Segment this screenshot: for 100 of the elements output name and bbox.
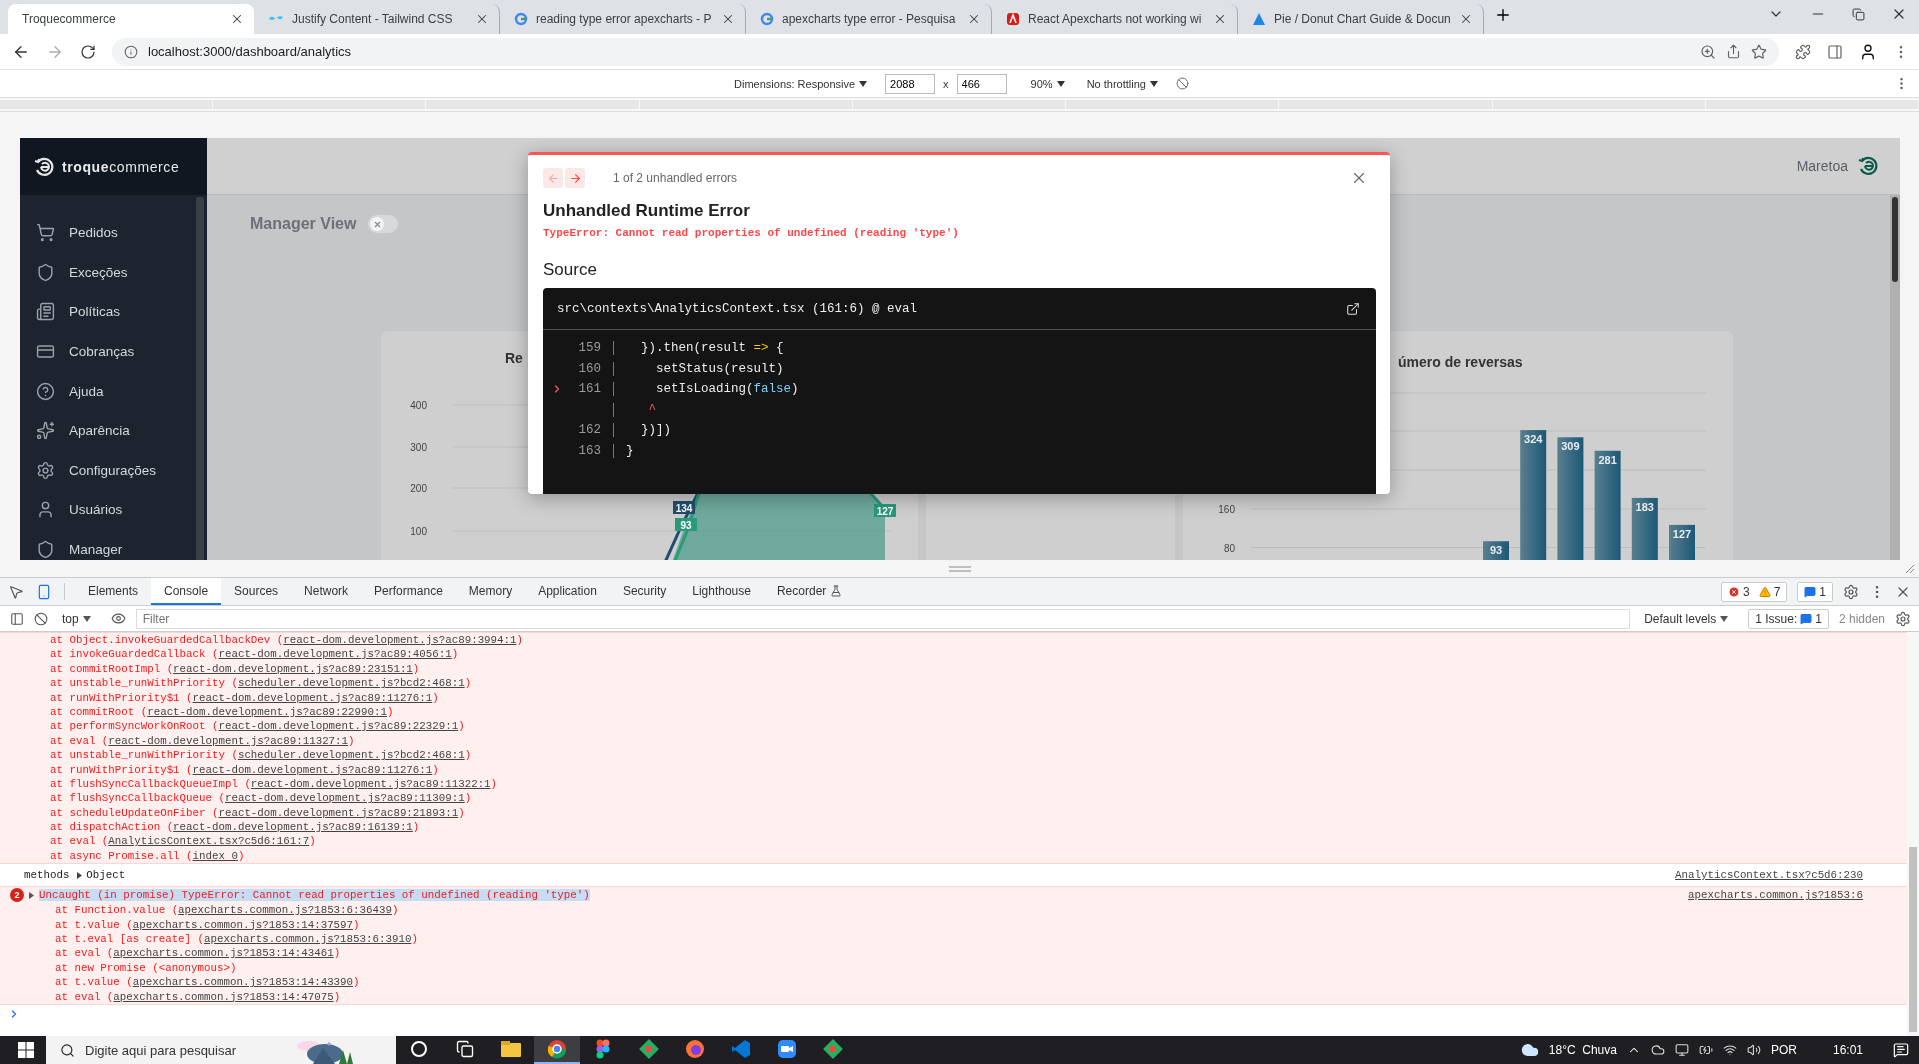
close-icon[interactable] xyxy=(230,12,244,26)
nav-item[interactable]: Políticas xyxy=(20,292,196,332)
source-link[interactable]: react-dom.development.js?ac89:11276:1 xyxy=(192,763,433,776)
source-link[interactable]: react-dom.development.js?ac89:11322:1 xyxy=(250,777,491,790)
scrollbar[interactable] xyxy=(1890,195,1900,560)
next-button[interactable] xyxy=(565,168,585,188)
battery-icon[interactable] xyxy=(1698,1043,1713,1057)
scrollbar[interactable] xyxy=(196,197,204,560)
devtools-tab[interactable]: Elements xyxy=(75,578,152,605)
address-bar[interactable]: localhost:3000/dashboard/analytics xyxy=(112,37,1779,66)
toggle-switch[interactable] xyxy=(368,215,399,233)
source-link[interactable]: AnalyticsContext.tsx?c5d6:161:7 xyxy=(108,835,310,848)
devtools-tab[interactable]: Memory xyxy=(455,578,526,605)
clock[interactable]: 16:01 xyxy=(1832,1043,1863,1057)
app-icon[interactable] xyxy=(596,1039,610,1059)
search-input[interactable]: Digite aqui para pesquisar xyxy=(85,1042,275,1058)
error-warning-counter[interactable]: 3 7 xyxy=(1720,581,1788,602)
search-field[interactable]: Digite aqui para pesquisar xyxy=(46,1036,396,1064)
circle-icon[interactable] xyxy=(410,1040,428,1058)
source-link[interactable]: react-dom.development.js?ac89:22990:1 xyxy=(147,705,387,718)
browser-tab[interactable]: reading type error apexcharts - P xyxy=(500,4,746,34)
clear-console-icon[interactable] xyxy=(34,611,48,626)
eye-icon[interactable] xyxy=(110,611,126,626)
code-editor-icon[interactable] xyxy=(731,1039,751,1059)
cloud-icon[interactable] xyxy=(1650,1043,1665,1057)
nav-item[interactable]: Cobranças xyxy=(20,331,196,372)
wifi-icon[interactable] xyxy=(1722,1043,1737,1057)
nav-item[interactable]: Aparência xyxy=(20,410,196,451)
star-icon[interactable] xyxy=(1751,43,1767,60)
source-link[interactable]: react-dom.development.js?ac89:16139:1 xyxy=(173,821,413,834)
source-link[interactable]: apexcharts.common.js?1853:6 xyxy=(1688,889,1863,902)
settings-icon[interactable] xyxy=(1895,610,1911,627)
filter-field[interactable]: Filter xyxy=(135,608,1631,629)
source-link[interactable]: scheduler.development.js?bcd2:468:1 xyxy=(237,749,465,762)
nav-item[interactable]: Pedidos xyxy=(20,213,196,253)
close-icon[interactable] xyxy=(1213,12,1227,26)
new-tab-icon[interactable] xyxy=(1494,6,1512,24)
language-indicator[interactable]: POR xyxy=(1770,1043,1797,1057)
close-icon[interactable] xyxy=(967,12,981,26)
resize-handle[interactable] xyxy=(948,565,971,572)
issues-button[interactable]: 1 Issue: 1 xyxy=(1748,608,1829,629)
browser-tab[interactable]: Pie / Donut Chart Guide & Docun xyxy=(1238,4,1484,34)
browser-tab[interactable]: React Apexcharts not working wi xyxy=(992,4,1238,34)
levels-dropdown[interactable]: Default levels xyxy=(1640,609,1733,628)
source-link[interactable]: apexcharts.common.js?1853:14:43390 xyxy=(132,976,354,989)
source-link[interactable]: react-dom.development.js?ac89:21893:1 xyxy=(218,806,459,819)
browser-tab[interactable]: Justify Content - Tailwind CSS xyxy=(254,4,500,34)
source-link[interactable]: apexcharts.common.js?1853:6:36439 xyxy=(178,904,392,917)
devtools-tab[interactable]: Sources xyxy=(221,578,292,605)
close-icon[interactable] xyxy=(475,12,489,26)
expand-icon[interactable] xyxy=(75,870,85,880)
side-panel-icon[interactable] xyxy=(1827,43,1843,60)
restore-icon[interactable] xyxy=(1852,7,1865,21)
devtools-tab[interactable]: Network xyxy=(291,578,362,605)
source-link[interactable]: AnalyticsContext.tsx?c5d6:230 xyxy=(1675,869,1863,882)
source-link[interactable]: apexcharts.common.js?1853:6:3910 xyxy=(204,933,412,946)
device-toolbar-icon[interactable] xyxy=(36,583,52,600)
resize-corner-icon[interactable] xyxy=(1905,564,1915,574)
external-link-icon[interactable] xyxy=(1346,301,1360,316)
source-link[interactable]: apexcharts.common.js?1853:14:37597 xyxy=(132,918,354,931)
devtools-tab[interactable]: Lighthouse xyxy=(679,578,764,605)
source-link[interactable]: react-dom.development.js?ac89:4056:1 xyxy=(218,648,452,661)
devtools-tab[interactable]: Security xyxy=(609,578,680,605)
expand-icon[interactable] xyxy=(27,890,36,900)
settings-icon[interactable] xyxy=(1843,583,1859,600)
source-link[interactable]: react-dom.development.js?ac89:22329:1 xyxy=(218,720,459,733)
nav-item[interactable]: Manager xyxy=(20,529,196,560)
nav-item[interactable]: Configurações xyxy=(20,450,196,491)
app-icon[interactable] xyxy=(685,1039,705,1059)
speaker-icon[interactable] xyxy=(1746,1043,1761,1057)
message-counter[interactable]: 1 xyxy=(1797,581,1833,602)
scrollbar[interactable] xyxy=(1907,632,1919,1036)
throttling-dropdown[interactable]: No throttling xyxy=(1082,75,1162,92)
notifications-icon[interactable] xyxy=(1893,1042,1909,1058)
close-icon[interactable] xyxy=(1459,12,1473,26)
inspect-icon[interactable] xyxy=(8,583,24,600)
browser-tab[interactable]: Troquecommerce xyxy=(8,4,254,34)
devtools-tab[interactable]: Application xyxy=(525,578,610,605)
devtools-tab[interactable]: Performance xyxy=(361,578,456,605)
nav-item[interactable]: Exceções xyxy=(20,252,196,293)
zoom-dropdown[interactable]: 90% xyxy=(1026,75,1069,92)
height-field[interactable]: 466 xyxy=(956,73,1007,94)
sidebar-icon[interactable] xyxy=(10,611,24,626)
source-link[interactable]: apexcharts.common.js?1853:14:47075 xyxy=(113,990,334,1003)
source-link[interactable]: apexcharts.common.js?1853:14:43461 xyxy=(113,947,334,960)
profile-icon[interactable] xyxy=(1859,42,1877,61)
context-dropdown[interactable]: top xyxy=(58,609,95,628)
source-link[interactable]: react-dom.development.js?ac89:11309:1 xyxy=(224,792,465,805)
source-link[interactable]: react-dom.development.js?ac89:23151:1 xyxy=(173,662,413,675)
devtools-tab[interactable]: Recorder xyxy=(763,578,856,605)
browser-icon[interactable] xyxy=(547,1039,567,1059)
dimensions-dropdown[interactable]: Dimensions: Responsive xyxy=(730,75,872,92)
zoom-icon[interactable] xyxy=(1700,43,1716,60)
folder-icon[interactable] xyxy=(500,1040,522,1058)
nav-item[interactable]: Ajuda xyxy=(20,371,196,411)
video-call-icon[interactable] xyxy=(777,1039,797,1059)
monitor-icon[interactable] xyxy=(1674,1043,1689,1057)
extensions-icon[interactable] xyxy=(1795,43,1811,60)
reload-icon[interactable] xyxy=(80,43,96,60)
share-icon[interactable] xyxy=(1726,44,1741,59)
